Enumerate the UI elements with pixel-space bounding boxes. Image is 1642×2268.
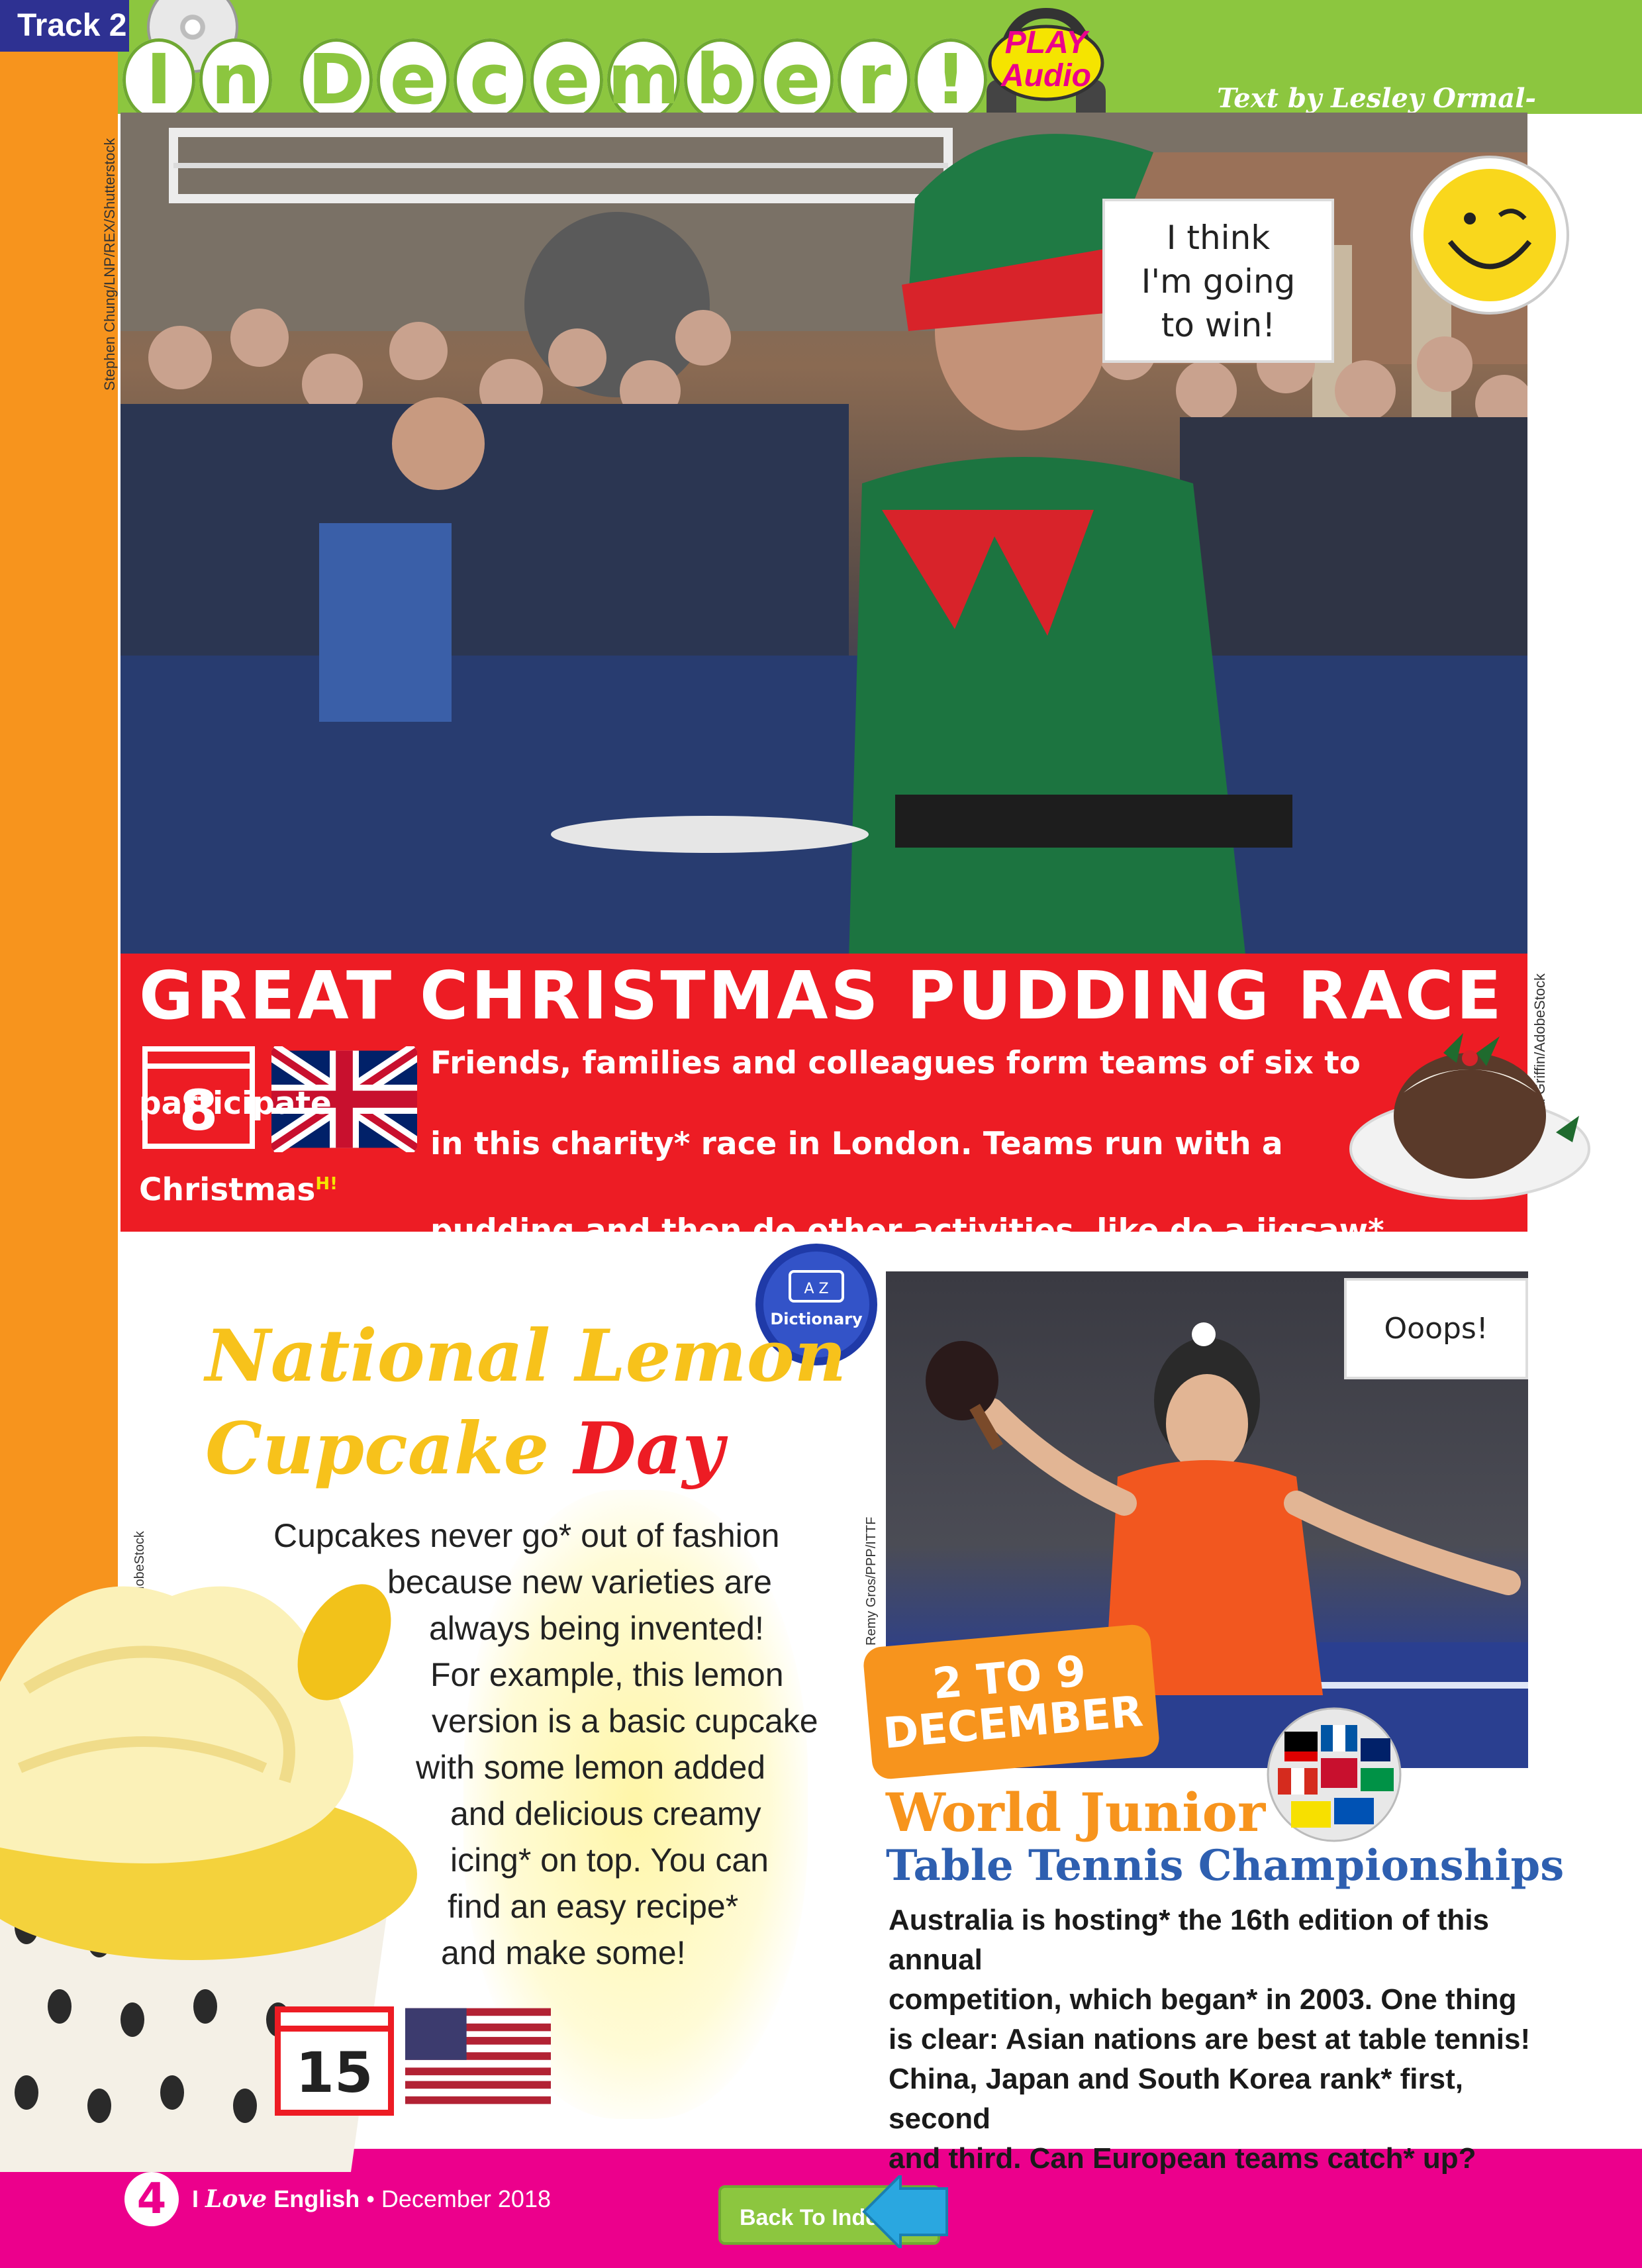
championships-title: Table Tennis Championships (886, 1841, 1565, 1891)
footer-publication: I Love English • December 2018 (192, 2185, 551, 2213)
tt-text-line: Australia is hosting* the 16th edition o… (889, 1904, 1489, 1976)
lemon-text-line: version is a basic cupcake (432, 1702, 818, 1740)
page-number: 4 (124, 2172, 179, 2226)
speech-line: I think (1166, 219, 1271, 257)
title-letter: D (300, 38, 373, 121)
pudding-race-title: GREAT CHRISTMAS PUDDING RACE (139, 957, 1504, 1034)
world-junior-title: World Junior (886, 1781, 1266, 1844)
track-label: Track 2 (0, 0, 129, 52)
title-space (276, 38, 296, 121)
page-title: I n D e c e m b e r ! (122, 38, 987, 124)
calendar-icon-15: 15 (275, 2006, 394, 2116)
back-arrow-icon[interactable] (861, 2175, 953, 2248)
winking-smiley-icon (1410, 156, 1569, 315)
lemon-text-line: For example, this lemon (430, 1656, 784, 1693)
speech-bubble-ooops: Ooops! (1344, 1278, 1528, 1379)
date-badge: 2 TO 9 DECEMBER (862, 1623, 1161, 1781)
title-letter: I (122, 38, 195, 121)
speech-bubble-win: I think I'm going to win! (1102, 199, 1334, 363)
tt-text-line: China, Japan and South Korea rank* first… (889, 2063, 1463, 2135)
lemon-text-line: because new varieties are (387, 1563, 772, 1601)
audio-label: Audio (1001, 58, 1091, 93)
lemon-text-line: and delicious creamy (450, 1795, 761, 1832)
svg-text:Remy Gros/PPP/ITTF: Remy Gros/PPP/ITTF (864, 1517, 879, 1646)
title-letter: n (199, 38, 272, 121)
svg-text:Stephen Chung/LNP/REX/Shutters: Stephen Chung/LNP/REX/Shutterstock (101, 137, 118, 391)
brand-i: I (192, 2185, 199, 2212)
svg-text:A Z: A Z (804, 1281, 828, 1297)
lemon-title-line2: Cupcake Day (205, 1407, 724, 1491)
lemon-text-line: with some lemon added (416, 1749, 766, 1786)
race-text-line: in this charity* race in London. Teams r… (139, 1126, 1283, 1208)
play-label: PLAY (1004, 25, 1088, 60)
calendar-date: 15 (295, 2040, 373, 2105)
race-text-line: Friends, families and colleagues form te… (139, 1045, 1361, 1122)
title-letter: e (761, 38, 834, 121)
title-letter: e (377, 38, 450, 121)
table-tennis-text: Australia is hosting* the 16th edition o… (889, 1900, 1537, 2179)
title-word-cupcake: Cupcake (205, 1407, 550, 1491)
table-tennis-credit: Remy Gros/PPP/ITTF (864, 1517, 879, 1646)
title-letter: b (684, 38, 757, 121)
photo-credit-left: Stephen Chung/LNP/REX/Shutterstock (101, 137, 118, 391)
title-letter: c (454, 38, 526, 121)
lemon-text-line: always being invented! (429, 1610, 764, 1647)
title-word-day: Day (573, 1407, 724, 1491)
speech-line: I'm going (1141, 262, 1296, 301)
issue-date: • December 2018 (366, 2185, 551, 2212)
brand-love: Love (205, 2185, 267, 2213)
race-text-superscript: H! (315, 1174, 338, 1194)
flags-globe-icon (1267, 1707, 1402, 1842)
tt-text-line: and third. Can European teams catch* up? (889, 2142, 1476, 2175)
brand-english: English (273, 2185, 360, 2212)
lemon-title-line1: National Lemon (205, 1314, 847, 1398)
calendar-bar (281, 2026, 388, 2032)
us-flag-icon (405, 2008, 551, 2104)
lemon-text-line: icing* on top. You can (450, 1842, 769, 1879)
play-audio-button[interactable]: PLAY Audio (980, 26, 1112, 93)
lemon-text-line: find an easy recipe* (448, 1888, 739, 1925)
tt-text-line: is clear: Asian nations are best at tabl… (889, 2023, 1531, 2055)
christmas-pudding-image (1349, 1033, 1590, 1200)
speech-line: to win! (1161, 306, 1276, 344)
tt-text-line: competition, which began* in 2003. One t… (889, 1983, 1517, 2016)
title-letter: m (607, 38, 680, 121)
title-letter: e (530, 38, 603, 121)
title-letter: ! (914, 38, 987, 121)
lemon-text-line: and make some! (441, 1934, 686, 1971)
title-letter: r (838, 38, 910, 121)
